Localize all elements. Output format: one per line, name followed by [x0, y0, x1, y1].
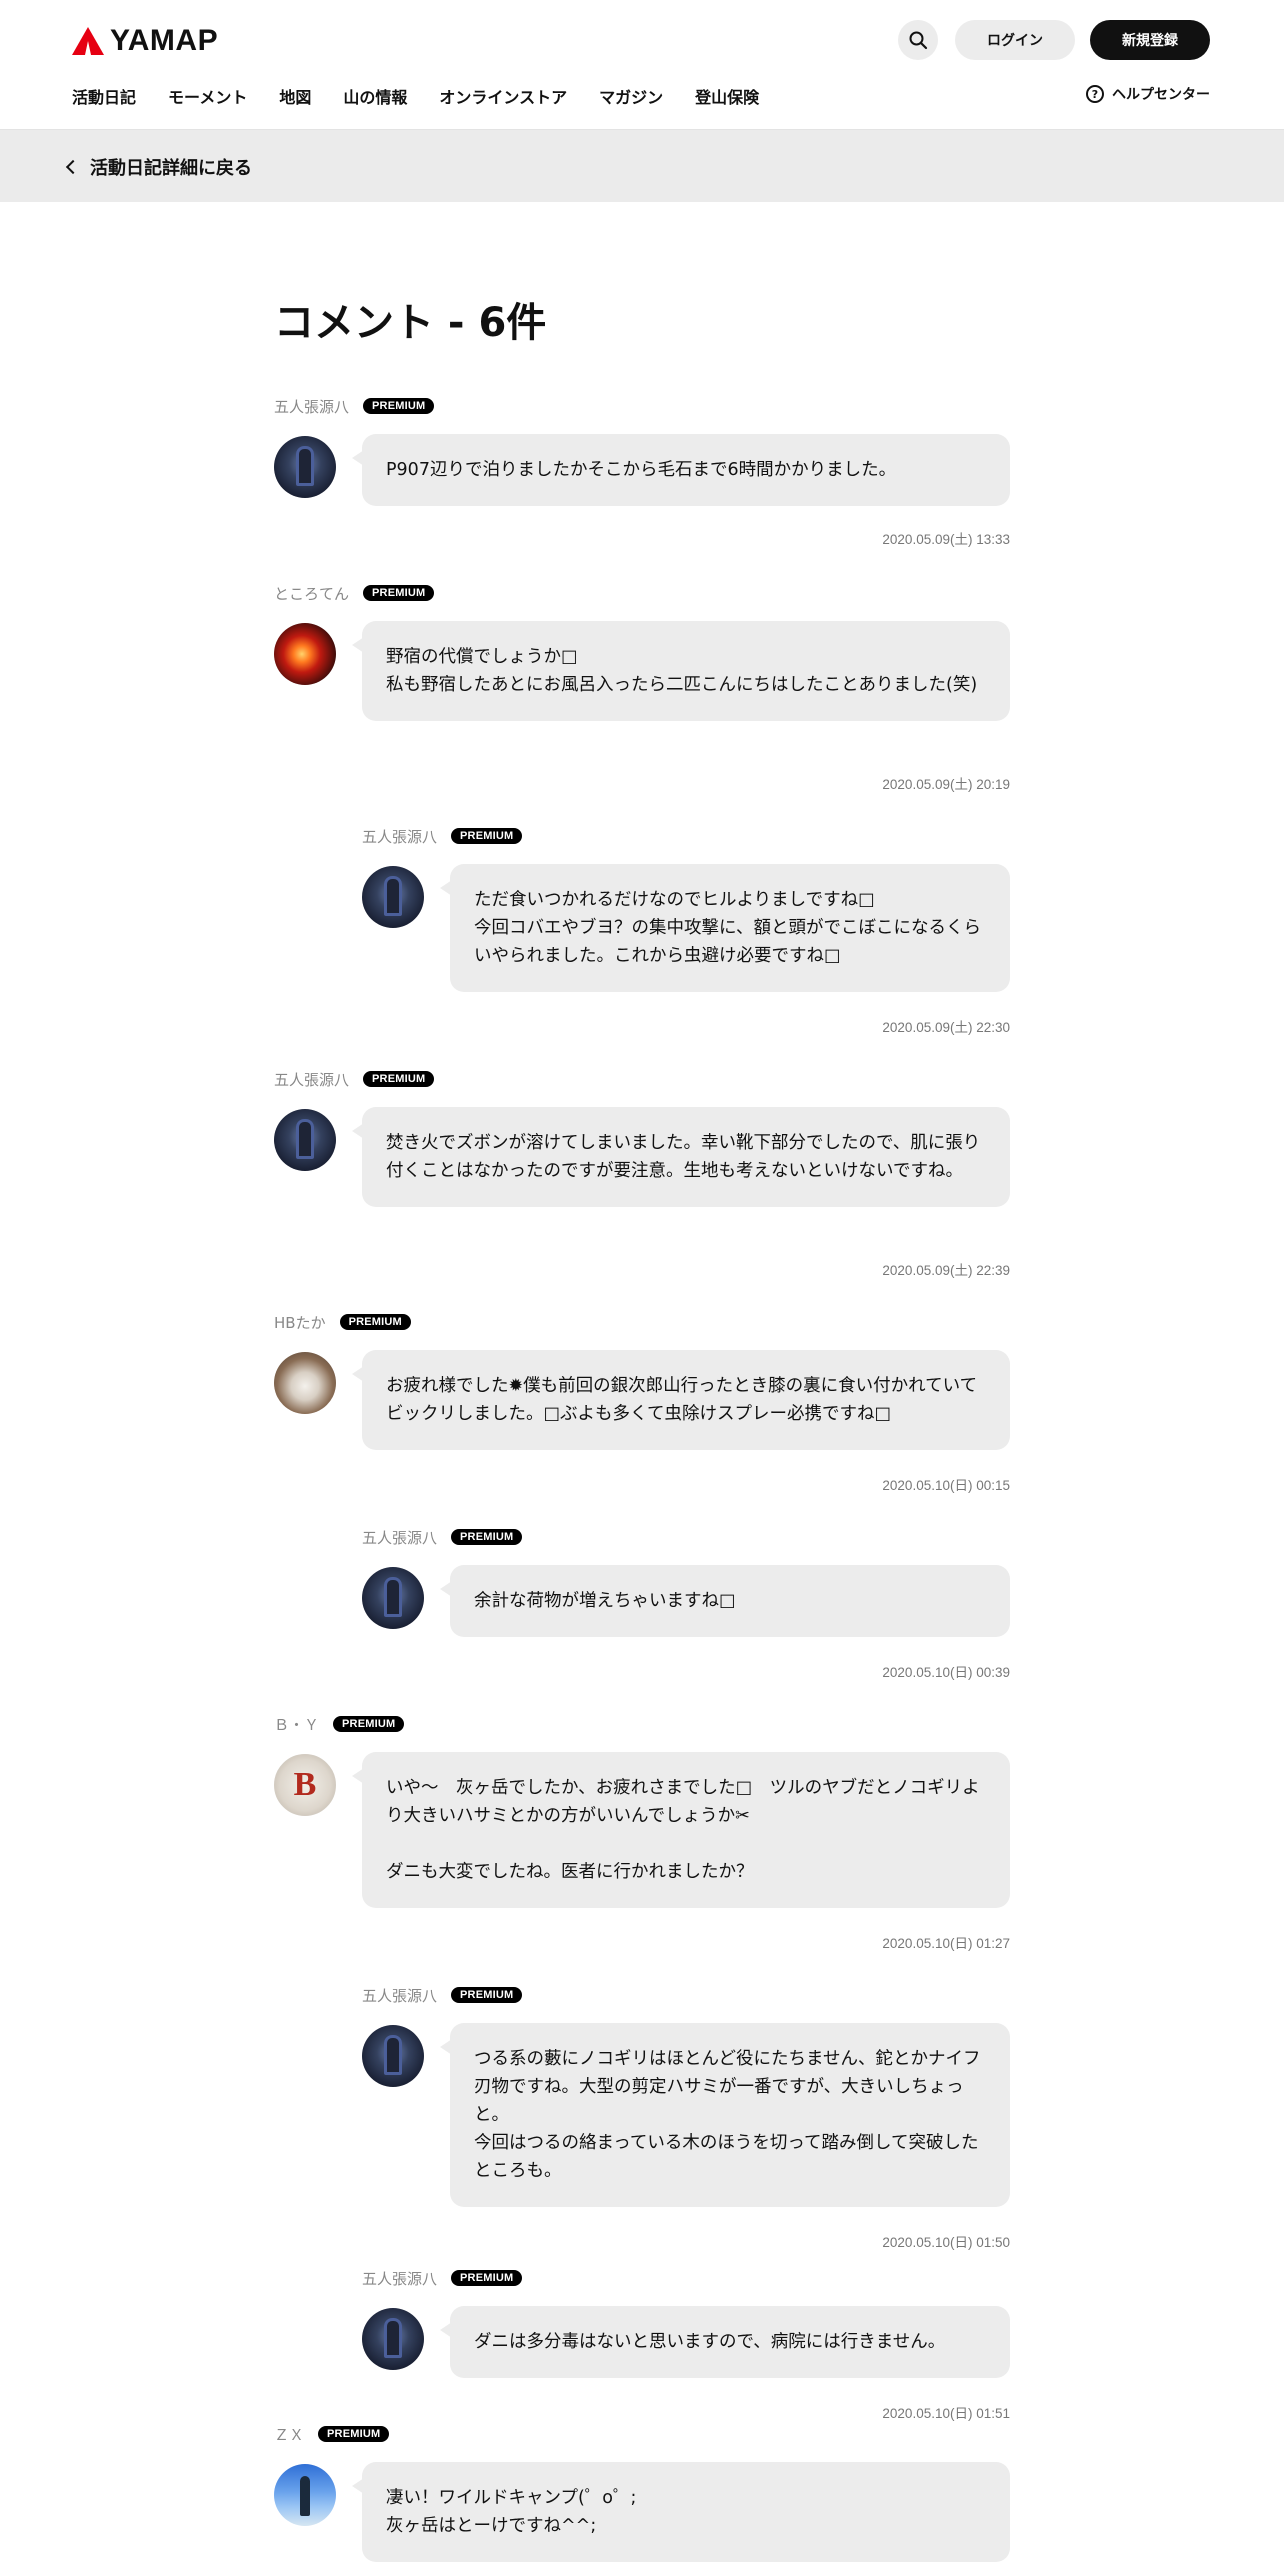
- comment-date: 2020.05.09(土) 22:39: [882, 1263, 1010, 1278]
- comment-date: 2020.05.10(日) 01:50: [882, 2235, 1010, 2250]
- premium-badge: PREMIUM: [363, 1071, 435, 1087]
- comment-date: 2020.05.10(日) 01:27: [882, 1936, 1010, 1951]
- avatar-letter: B: [293, 1766, 317, 1803]
- premium-badge: PREMIUM: [363, 398, 435, 414]
- avatar[interactable]: [362, 1567, 424, 1629]
- comment-bubble: P907辺りで泊りましたかそこから毛石まで6時間かかりました。: [352, 434, 1010, 506]
- avatar[interactable]: [362, 866, 424, 928]
- help-question-icon: ?: [1086, 85, 1104, 103]
- nav-insurance[interactable]: 登山保険: [695, 84, 759, 108]
- search-icon: [909, 31, 928, 50]
- back-bar: 活動日記詳細に戻る: [0, 130, 1284, 202]
- premium-badge: PREMIUM: [363, 585, 435, 601]
- yamap-logo[interactable]: YAMAP: [72, 24, 218, 58]
- nav-activity-diary[interactable]: 活動日記: [72, 84, 136, 108]
- comment-author[interactable]: 五人張源八: [274, 1069, 349, 1090]
- avatar[interactable]: [362, 2025, 424, 2087]
- nav-magazine[interactable]: マガジン: [599, 84, 663, 108]
- comment-date: 2020.05.09(土) 13:33: [882, 532, 1010, 547]
- comment-bubble: ダニは多分毒はないと思いますので、病院には行きません。: [440, 2306, 1010, 2378]
- premium-badge: PREMIUM: [451, 2270, 523, 2286]
- premium-badge: PREMIUM: [451, 1529, 523, 1545]
- comment-date: 2020.05.09(土) 22:30: [882, 1020, 1010, 1035]
- comment-author[interactable]: Ｂ・Ｙ: [274, 1714, 319, 1735]
- login-button[interactable]: ログイン: [955, 20, 1075, 60]
- search-button[interactable]: [898, 20, 938, 60]
- comment-author[interactable]: ところてん: [274, 583, 349, 604]
- premium-badge: PREMIUM: [318, 2426, 390, 2442]
- avatar[interactable]: [362, 2308, 424, 2370]
- help-center-label: ヘルプセンター: [1112, 87, 1210, 103]
- main-nav: 活動日記 モーメント 地図 山の情報 オンラインストア マガジン 登山保険: [72, 84, 759, 108]
- mountain-logo-icon: [72, 27, 104, 55]
- comment-date: 2020.05.09(土) 20:19: [882, 777, 1010, 792]
- comment-bubble: お疲れ様でした✹僕も前回の銀次郎山行ったとき膝の裏に食い付かれていてビックリしま…: [352, 1350, 1010, 1450]
- comment-bubble: 凄い！ワイルドキャンプ(゜o゜; 灰ヶ岳はとーけですね^^;: [352, 2462, 1010, 2562]
- chevron-left-icon: [65, 159, 81, 175]
- comment-author[interactable]: 五人張源八: [362, 826, 437, 847]
- comment-bubble: つる系の藪にノコギリはほとんど役にたちません、鉈とかナイフ刃物ですね。大型の剪定…: [440, 2023, 1010, 2207]
- page-title: コメント - 6件: [274, 300, 547, 346]
- premium-badge: PREMIUM: [333, 1716, 405, 1732]
- premium-badge: PREMIUM: [451, 828, 523, 844]
- avatar[interactable]: [274, 1352, 336, 1414]
- back-label: 活動日記詳細に戻る: [90, 158, 252, 179]
- comment-author[interactable]: HBたか: [274, 1312, 326, 1333]
- comment-author[interactable]: ＺＸ: [274, 2424, 304, 2445]
- nav-map[interactable]: 地図: [279, 84, 311, 108]
- premium-badge: PREMIUM: [451, 1987, 523, 2003]
- comment-author[interactable]: 五人張源八: [362, 1527, 437, 1548]
- comment-bubble: ただ食いつかれるだけなのでヒルよりましですね□ 今回コバエやブヨ？の集中攻撃に、…: [440, 864, 1010, 992]
- comment-bubble: 野宿の代償でしょうか□ 私も野宿したあとにお風呂入ったら二匹こんにちはしたことあ…: [352, 621, 1010, 721]
- comment-bubble: いや〜 灰ヶ岳でしたか、お疲れさまでした□ ツルのヤブだとノコギリより大きいハサ…: [352, 1752, 1010, 1908]
- comment-bubble: 焚き火でズボンが溶けてしまいました。幸い靴下部分でしたので、肌に張り付くことはな…: [352, 1107, 1010, 1207]
- help-center-link[interactable]: ? ヘルプセンター: [1086, 84, 1210, 104]
- back-to-diary-link[interactable]: 活動日記詳細に戻る: [62, 154, 252, 180]
- nav-mountain-info[interactable]: 山の情報: [343, 84, 407, 108]
- comment-date: 2020.05.10(日) 00:39: [882, 1665, 1010, 1680]
- nav-moment[interactable]: モーメント: [168, 84, 247, 108]
- avatar[interactable]: [274, 436, 336, 498]
- avatar[interactable]: B: [274, 1754, 336, 1816]
- comment-date: 2020.05.10(日) 01:51: [882, 2406, 1010, 2421]
- comment-date: 2020.05.10(日) 00:15: [882, 1478, 1010, 1493]
- logo-text: YAMAP: [110, 24, 219, 57]
- site-header: YAMAP ログイン 新規登録 活動日記 モーメント 地図 山の情報 オンライン…: [0, 0, 1284, 130]
- avatar[interactable]: [274, 623, 336, 685]
- comment-author[interactable]: 五人張源八: [362, 2268, 437, 2289]
- premium-badge: PREMIUM: [339, 1314, 411, 1330]
- comment-author[interactable]: 五人張源八: [362, 1985, 437, 2006]
- comment-bubble: 余計な荷物が増えちゃいますね□: [440, 1565, 1010, 1637]
- avatar[interactable]: [274, 1109, 336, 1171]
- avatar[interactable]: [274, 2464, 336, 2526]
- signup-button[interactable]: 新規登録: [1090, 20, 1210, 60]
- nav-online-store[interactable]: オンラインストア: [439, 84, 567, 108]
- comment-author[interactable]: 五人張源八: [274, 396, 349, 417]
